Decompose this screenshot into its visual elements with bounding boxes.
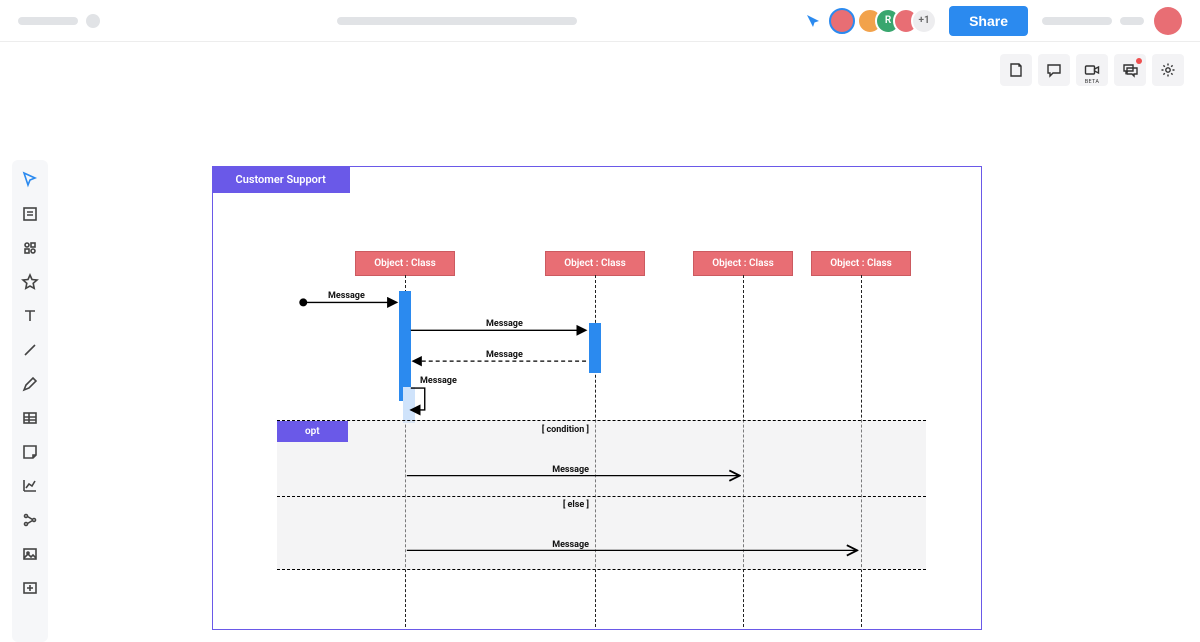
cursor-icon [805, 13, 821, 29]
collaborator-avatars: R +1 [865, 8, 937, 34]
avatar-more[interactable]: +1 [911, 8, 937, 34]
lifeline-head-1[interactable]: Object : Class [355, 251, 455, 276]
opt-tag[interactable]: opt [277, 421, 348, 442]
sync-message-label: Message [486, 319, 523, 329]
notes-button[interactable] [1000, 54, 1032, 86]
table-tool[interactable] [18, 406, 42, 430]
avatar-profile[interactable] [1154, 7, 1182, 35]
else-label: [ else ] [563, 500, 589, 510]
pen-tool[interactable] [18, 372, 42, 396]
opt-msg2-label: Message [552, 540, 589, 550]
logo-placeholder [18, 17, 78, 25]
more-tool[interactable] [18, 610, 42, 634]
embed-tool[interactable] [18, 576, 42, 600]
reply-message-label: Message [486, 350, 523, 360]
activation-1-self[interactable] [403, 387, 415, 423]
activation-2[interactable] [589, 323, 601, 373]
left-toolbar [12, 160, 48, 642]
opt-divider [277, 496, 926, 497]
opt-fragment[interactable] [277, 420, 926, 570]
video-button[interactable]: BETA [1076, 54, 1108, 86]
select-tool[interactable] [18, 168, 42, 192]
comments-button[interactable] [1038, 54, 1070, 86]
avatar-self[interactable] [829, 8, 855, 34]
frame-tool[interactable] [18, 202, 42, 226]
share-button[interactable]: Share [949, 6, 1028, 36]
right-ph-2 [1120, 17, 1144, 25]
condition-label: [ condition ] [542, 425, 589, 435]
right-ph-1 [1042, 17, 1112, 25]
found-message-label: Message [328, 291, 365, 301]
right-toolbar: BETA [1000, 54, 1184, 86]
activity-button[interactable] [1114, 54, 1146, 86]
diagram-frame[interactable]: Customer Support Object : Class Object :… [212, 166, 982, 630]
chart-tool[interactable] [18, 474, 42, 498]
sequence-diagram: Object : Class Object : Class Object : C… [213, 167, 981, 629]
sticky-tool[interactable] [18, 440, 42, 464]
beta-label: BETA [1076, 79, 1108, 85]
lifeline-head-4[interactable]: Object : Class [811, 251, 911, 276]
menu-placeholder [86, 14, 100, 28]
self-message-label: Message [420, 376, 457, 386]
line-tool[interactable] [18, 338, 42, 362]
star-tool[interactable] [18, 270, 42, 294]
shapes-tool[interactable] [18, 236, 42, 260]
settings-button[interactable] [1152, 54, 1184, 86]
opt-msg1-label: Message [552, 465, 589, 475]
image-tool[interactable] [18, 542, 42, 566]
text-tool[interactable] [18, 304, 42, 328]
activation-1-main[interactable] [399, 291, 411, 401]
lifeline-head-3[interactable]: Object : Class [693, 251, 793, 276]
connector-tool[interactable] [18, 508, 42, 532]
app-bar: R +1 Share [0, 0, 1200, 42]
notification-dot [1136, 58, 1142, 64]
lifeline-head-2[interactable]: Object : Class [545, 251, 645, 276]
doc-title-placeholder[interactable] [337, 17, 577, 25]
